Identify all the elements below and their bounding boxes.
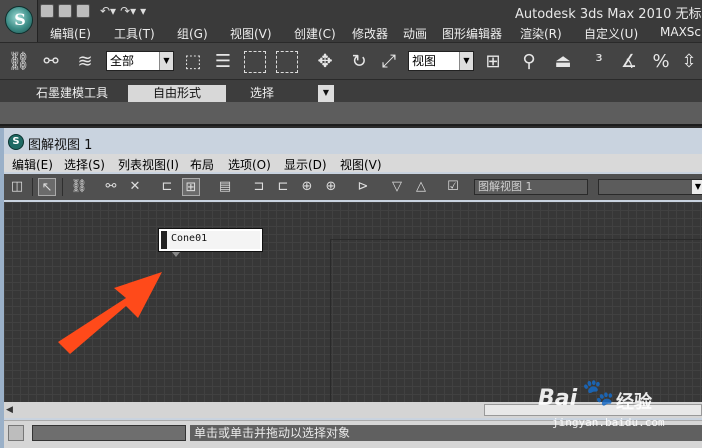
schematic-menu-bar: 编辑(E) 选择(S) 列表视图(I) 布局 选项(O) 显示(D) 视图(V) bbox=[4, 154, 702, 172]
schematic-menu-options[interactable]: 选项(O) bbox=[228, 156, 271, 173]
menu-animation[interactable]: 动画 bbox=[403, 25, 427, 42]
schematic-window-title: 图解视图 1 bbox=[28, 138, 93, 153]
node-output-pin[interactable] bbox=[172, 252, 180, 257]
tab-selection[interactable]: 选择 bbox=[232, 85, 292, 102]
watermark-brand: Bai bbox=[538, 386, 578, 411]
bookmark-check-icon[interactable]: ☑ bbox=[444, 178, 462, 196]
status-field bbox=[32, 425, 186, 441]
window-crossing-icon[interactable] bbox=[276, 51, 298, 73]
menu-tools[interactable]: 工具(T) bbox=[114, 25, 155, 42]
references-mode-icon[interactable]: ⊞ bbox=[182, 178, 200, 196]
window-title: Autodesk 3ds Max 2010 无标 bbox=[515, 7, 702, 22]
status-icon-box bbox=[8, 425, 24, 441]
tab-graphite-modeling[interactable]: 石墨建模工具 bbox=[20, 85, 124, 102]
toolbar-separator bbox=[62, 178, 63, 196]
schematic-menu-layout[interactable]: 布局 bbox=[190, 156, 214, 173]
chevron-down-icon: ▼ bbox=[159, 52, 173, 70]
snaps-toggle-icon[interactable]: ³ bbox=[586, 49, 612, 75]
new-file-icon[interactable] bbox=[40, 4, 54, 18]
delete-objects-icon[interactable]: ✕ bbox=[126, 178, 144, 196]
filter-up-icon[interactable]: △ bbox=[412, 178, 430, 196]
menu-rendering[interactable]: 渲染(R) bbox=[520, 25, 562, 42]
schematic-view-name-field[interactable]: 图解视图 1 bbox=[474, 179, 588, 195]
object-node-cone01[interactable]: Cone01 bbox=[158, 228, 263, 252]
reference-coord-dropdown[interactable]: 视图 ▼ bbox=[408, 51, 474, 71]
paw-logo-icon: 🐾 bbox=[582, 378, 615, 408]
qat-dropdown-icon[interactable]: ▾ bbox=[140, 4, 146, 18]
menu-group[interactable]: 组(G) bbox=[177, 25, 208, 42]
application-menu-button[interactable]: S bbox=[0, 0, 38, 42]
toolbar-separator bbox=[32, 178, 33, 196]
selection-filter-value: 全部 bbox=[110, 54, 135, 68]
angle-snap-icon[interactable]: ∡ bbox=[616, 49, 642, 75]
schematic-menu-display[interactable]: 显示(D) bbox=[284, 156, 327, 173]
ribbon-minimize-icon[interactable]: ▼ bbox=[318, 85, 334, 102]
menu-edit[interactable]: 编辑(E) bbox=[50, 25, 91, 42]
scroll-left-icon[interactable]: ◀ bbox=[6, 405, 13, 415]
unlink-icon[interactable]: ⚯ bbox=[38, 49, 64, 75]
keyboard-shortcut-icon[interactable]: ⏏ bbox=[550, 49, 576, 75]
menu-maxscript[interactable]: MAXSc bbox=[660, 25, 701, 39]
rotate-icon[interactable]: ↻ bbox=[346, 49, 372, 75]
unlink-selected-icon[interactable]: ⚯ bbox=[102, 178, 120, 196]
title-bar: ↶▾ ↷▾ ▾ Autodesk 3ds Max 2010 无标 bbox=[0, 0, 702, 22]
move-icon[interactable]: ✥ bbox=[312, 49, 338, 75]
chevron-down-icon: ▼ bbox=[459, 52, 473, 70]
rect-selection-region-icon[interactable] bbox=[244, 51, 266, 73]
collapse-selected-icon[interactable]: ⊏ bbox=[274, 178, 292, 196]
select-object-icon[interactable]: ⬚ bbox=[180, 49, 206, 75]
node-label: Cone01 bbox=[171, 233, 208, 244]
bind-spacewarp-icon[interactable]: ≋ bbox=[72, 49, 98, 75]
menu-customize[interactable]: 自定义(U) bbox=[584, 25, 638, 42]
add-controllers-icon[interactable]: ⊕ bbox=[322, 178, 340, 196]
percent-snap-icon[interactable]: % bbox=[648, 49, 674, 75]
watermark-brand-suffix: 经验 bbox=[616, 392, 652, 413]
spinner-snap-icon[interactable]: ⇳ bbox=[676, 49, 702, 75]
preferences-icon[interactable]: ⊳ bbox=[354, 178, 372, 196]
ribbon-panel bbox=[0, 102, 702, 126]
open-file-icon[interactable] bbox=[58, 4, 72, 18]
watermark-url: jingyan.baidu.com bbox=[552, 416, 665, 429]
save-file-icon[interactable] bbox=[76, 4, 90, 18]
link-icon[interactable]: ⛓ bbox=[6, 49, 32, 75]
bookmark-name-dropdown[interactable]: ▼ bbox=[598, 179, 702, 195]
menu-modifiers[interactable]: 修改器 bbox=[352, 25, 388, 42]
graphite-ribbon: 石墨建模工具 自由形式 选择 ▼ bbox=[0, 80, 702, 102]
chevron-down-icon: ▼ bbox=[692, 180, 702, 194]
schematic-title-bar: S 图解视图 1 bbox=[4, 133, 702, 153]
select-mode-icon[interactable]: ↖ bbox=[38, 178, 56, 196]
reference-coord-value: 视图 bbox=[412, 54, 437, 68]
schematic-canvas[interactable]: Cone01 bbox=[4, 202, 702, 402]
pivot-center-icon[interactable]: ⊞ bbox=[480, 49, 506, 75]
node-color-strip bbox=[161, 231, 167, 249]
main-toolbar: ⛓ ⚯ ≋ 全部 ▼ ⬚ ☰ ✥ ↻ ⤢ 视图 ▼ ⊞ ⚲ ⏏ ³ ∡ % ⇳ bbox=[0, 42, 702, 80]
schematic-menu-list-views[interactable]: 列表视图(I) bbox=[118, 156, 179, 173]
tab-freeform[interactable]: 自由形式 bbox=[128, 85, 226, 102]
expand-selected-icon[interactable]: ⊐ bbox=[250, 178, 268, 196]
baidu-watermark: Bai 🐾 经验 jingyan.baidu.com bbox=[536, 376, 702, 448]
undo-icon[interactable]: ↶▾ bbox=[100, 4, 116, 18]
select-manipulate-icon[interactable]: ⚲ bbox=[516, 49, 542, 75]
connect-icon[interactable]: ⛓ bbox=[70, 178, 88, 196]
select-by-name-icon[interactable]: ☰ bbox=[210, 49, 236, 75]
redo-icon[interactable]: ↷▾ bbox=[120, 4, 136, 18]
schematic-menu-edit[interactable]: 编辑(E) bbox=[12, 156, 53, 173]
hierarchy-mode-icon[interactable]: ⊏ bbox=[158, 178, 176, 196]
scale-icon[interactable]: ⤢ bbox=[376, 49, 402, 75]
filter-down-icon[interactable]: ▽ bbox=[388, 178, 406, 196]
menu-create[interactable]: 创建(C) bbox=[294, 25, 336, 42]
quick-access-toolbar: ↶▾ ↷▾ ▾ bbox=[40, 2, 146, 20]
selection-filter-dropdown[interactable]: 全部 ▼ bbox=[106, 51, 174, 71]
menu-bar: 编辑(E) 工具(T) 组(G) 视图(V) 创建(C) 修改器 动画 图形编辑… bbox=[38, 22, 702, 42]
annotation-arrow-icon bbox=[58, 272, 162, 354]
display-floater-icon[interactable]: ◫ bbox=[8, 178, 26, 196]
3dsmax-small-logo-icon: S bbox=[8, 134, 24, 150]
3dsmax-logo-icon: S bbox=[5, 6, 33, 34]
add-modifiers-icon[interactable]: ⊕ bbox=[298, 178, 316, 196]
schematic-menu-view[interactable]: 视图(V) bbox=[340, 156, 382, 173]
menu-views[interactable]: 视图(V) bbox=[230, 25, 272, 42]
schematic-menu-select[interactable]: 选择(S) bbox=[64, 156, 105, 173]
always-arrange-icon[interactable]: ▤ bbox=[216, 178, 234, 196]
menu-graph-editors[interactable]: 图形编辑器 bbox=[442, 25, 502, 42]
